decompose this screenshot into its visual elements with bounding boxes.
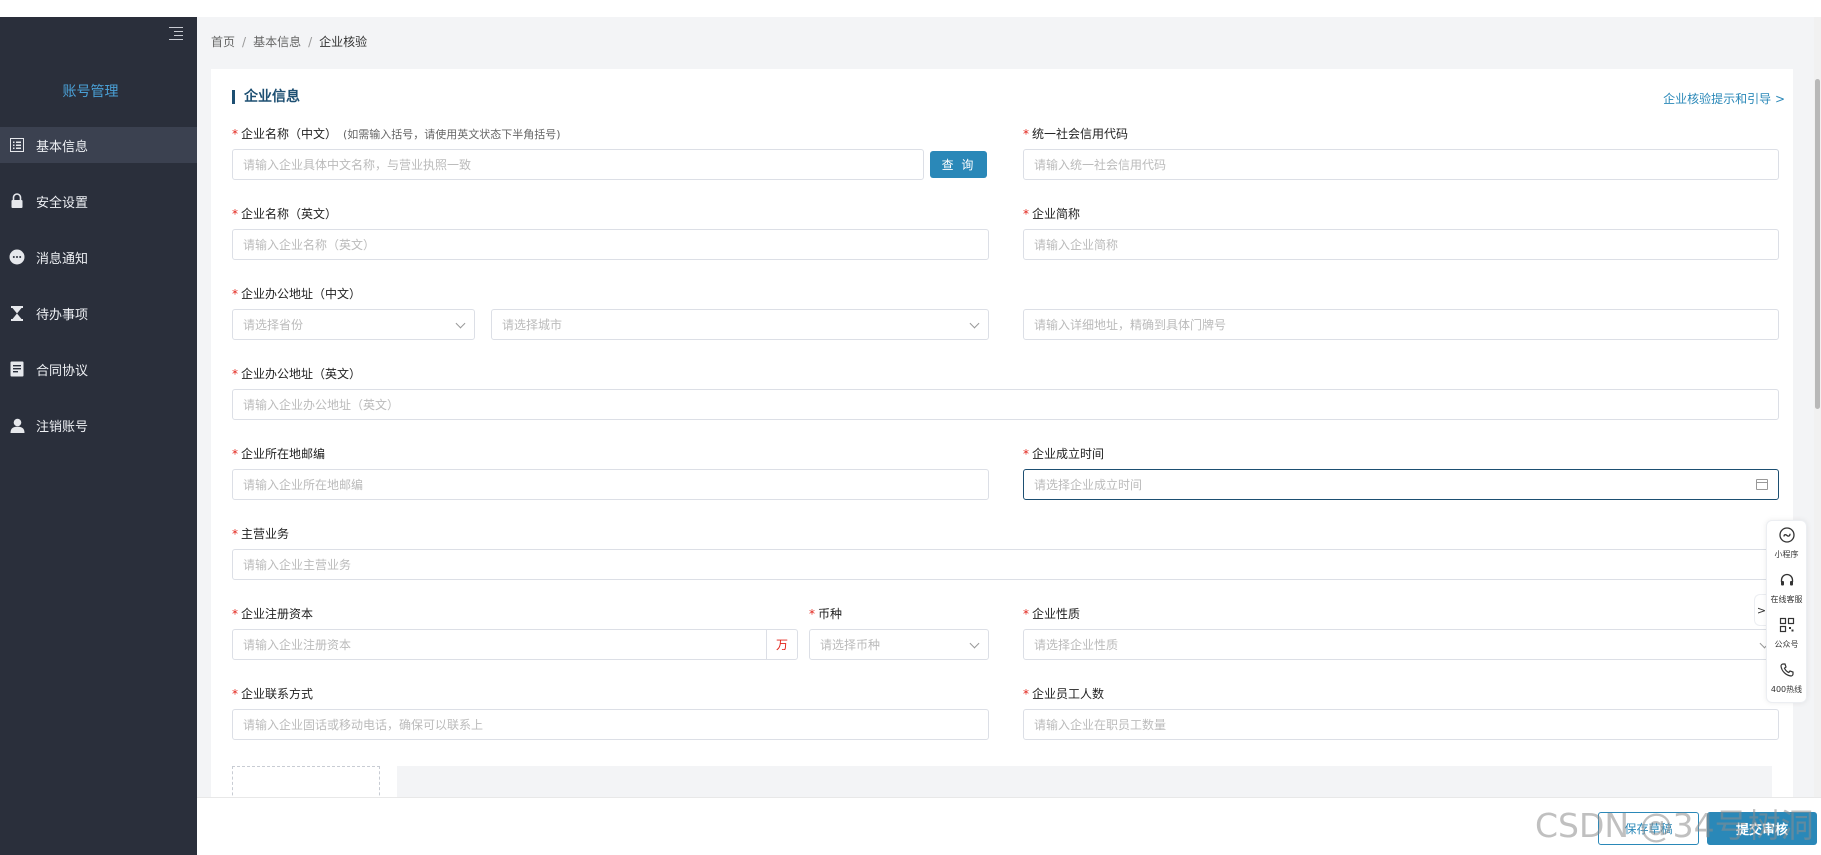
chevron-down-icon (969, 638, 980, 649)
contact-input[interactable]: 请输入企业固话或移动电话，确保可以联系上 (232, 709, 989, 740)
sidebar: 账号管理 基本信息 安全设置 消息通知 待办事项 合同协议 注销账号 (0, 17, 197, 855)
sidebar-item-basic-info[interactable]: 基本信息 (0, 127, 197, 163)
address-cn-label: * 企业办公地址（中文） (232, 287, 362, 301)
lock-icon (9, 193, 25, 209)
founded-label: * 企业成立时间 (1023, 447, 1105, 461)
nature-label: * 企业性质 (1023, 607, 1081, 621)
float-item-label: 小程序 (1774, 550, 1799, 559)
business-label: * 主营业务 (232, 527, 290, 541)
business-input[interactable]: 请输入企业主营业务 (232, 549, 1779, 580)
short-name-input[interactable]: 请输入企业简称 (1023, 229, 1779, 260)
currency-select[interactable]: 请选择币种 (809, 629, 989, 660)
nature-select[interactable]: 请选择企业性质 (1023, 629, 1779, 660)
capital-label: * 企业注册资本 (232, 607, 314, 621)
name-en-input[interactable]: 请输入企业名称（英文） (232, 229, 989, 260)
founded-date-picker[interactable]: 请选择企业成立时间 (1023, 469, 1779, 500)
submit-review-button[interactable]: 提交审核 (1707, 812, 1817, 845)
postcode-input[interactable]: 请输入企业所在地邮编 (232, 469, 989, 500)
address-en-input[interactable]: 请输入企业办公地址（英文） (232, 389, 1779, 420)
sidebar-item-label: 注销账号 (36, 419, 89, 435)
postcode-label: * 企业所在地邮编 (232, 447, 326, 461)
employees-input[interactable]: 请输入企业在职员工数量 (1023, 709, 1779, 740)
bottom-action-bar: 保存草稿 提交审核 (197, 797, 1821, 855)
chevron-down-icon (455, 318, 466, 329)
capital-input[interactable]: 请输入企业注册资本万 (232, 629, 798, 660)
sidebar-item-label: 基本信息 (36, 139, 89, 155)
float-item-official-account[interactable]: 公众号 (1767, 611, 1806, 656)
top-strip (0, 0, 1821, 17)
hourglass-icon (9, 305, 25, 321)
breadcrumb: 首页 / 基本信息 / 企业核验 (211, 35, 368, 49)
main-content: 首页 / 基本信息 / 企业核验 企业信息 企业核验提示和引导 > * 企业名称（中文）(… (197, 17, 1821, 855)
sidebar-title: 账号管理 (62, 84, 119, 100)
page-scrollbar[interactable] (1814, 17, 1821, 797)
sidebar-nav: 基本信息 安全设置 消息通知 待办事项 合同协议 注销账号 (0, 127, 197, 463)
collapse-menu-icon[interactable] (169, 27, 183, 41)
sidebar-item-label: 合同协议 (36, 363, 89, 379)
breadcrumb-parent[interactable]: 基本信息 (253, 35, 301, 49)
sidebar-item-notifications[interactable]: 消息通知 (0, 239, 197, 275)
name-cn-input[interactable]: 请输入企业具体中文名称，与营业执照一致 (232, 149, 924, 180)
sidebar-item-label: 待办事项 (36, 307, 89, 323)
sidebar-item-label: 消息通知 (36, 251, 89, 267)
name-en-label: * 企业名称（英文） (232, 207, 338, 221)
message-icon (9, 249, 25, 265)
upload-area[interactable] (232, 766, 380, 798)
float-item-mini-program[interactable]: 小程序 (1767, 521, 1806, 566)
scrollbar-thumb[interactable] (1815, 79, 1820, 409)
contact-label: * 企业联系方式 (232, 687, 314, 701)
sidebar-item-security[interactable]: 安全设置 (0, 183, 197, 219)
address-detail-input[interactable]: 请输入详细地址，精确到具体门牌号 (1023, 309, 1779, 340)
short-name-label: * 企业简称 (1023, 207, 1081, 221)
name-cn-hint: (如需输入括号，请使用英文状态下半角括号) (343, 128, 561, 141)
name-cn-label: * 企业名称（中文） (如需输入括号，请使用英文状态下半角括号) (232, 127, 561, 141)
user-icon (9, 417, 25, 433)
province-select[interactable]: 请选择省份 (232, 309, 475, 340)
float-item-hotline[interactable]: 400热线 (1767, 656, 1806, 701)
employees-label: * 企业员工人数 (1023, 687, 1105, 701)
credit-code-label: * 统一社会信用代码 (1023, 127, 1129, 141)
sidebar-item-label: 安全设置 (36, 195, 89, 211)
float-item-online-service[interactable]: 在线客服 (1767, 566, 1806, 611)
save-draft-button[interactable]: 保存草稿 (1598, 812, 1699, 845)
float-item-label: 公众号 (1774, 640, 1799, 649)
enterprise-info-card: 企业信息 企业核验提示和引导 > * 企业名称（中文） (如需输入括号，请使用英文状… (211, 69, 1793, 798)
float-item-label: 400热线 (1770, 685, 1803, 694)
query-button[interactable]: 查 询 (930, 151, 987, 178)
address-en-label: * 企业办公地址（英文） (232, 367, 362, 381)
credit-code-input[interactable]: 请输入统一社会信用代码 (1023, 149, 1779, 180)
qrcode-icon (1779, 617, 1795, 637)
breadcrumb-current: 企业核验 (319, 35, 368, 49)
headset-icon (1779, 572, 1795, 592)
capital-unit: 万 (766, 630, 797, 659)
float-item-label: 在线客服 (1770, 595, 1803, 604)
sidebar-item-contracts[interactable]: 合同协议 (0, 351, 197, 387)
float-toolbar: 小程序 在线客服 公众号 400热线 (1766, 520, 1807, 703)
upload-note-panel (397, 766, 1772, 798)
sidebar-item-deregister[interactable]: 注销账号 (0, 407, 197, 443)
sidebar-item-todo[interactable]: 待办事项 (0, 295, 197, 331)
currency-label: * 币种 (809, 607, 843, 621)
mini-program-icon (1778, 527, 1795, 547)
section-title: 企业信息 (232, 90, 300, 104)
contract-icon (9, 361, 25, 377)
city-select[interactable]: 请选择城市 (491, 309, 989, 340)
breadcrumb-home[interactable]: 首页 (211, 35, 235, 49)
calendar-icon (1756, 479, 1768, 490)
list-icon (9, 137, 25, 153)
phone-icon (1779, 662, 1795, 682)
verification-guide-link[interactable]: 企业核验提示和引导 > (1663, 90, 1785, 107)
chevron-down-icon (969, 318, 980, 329)
